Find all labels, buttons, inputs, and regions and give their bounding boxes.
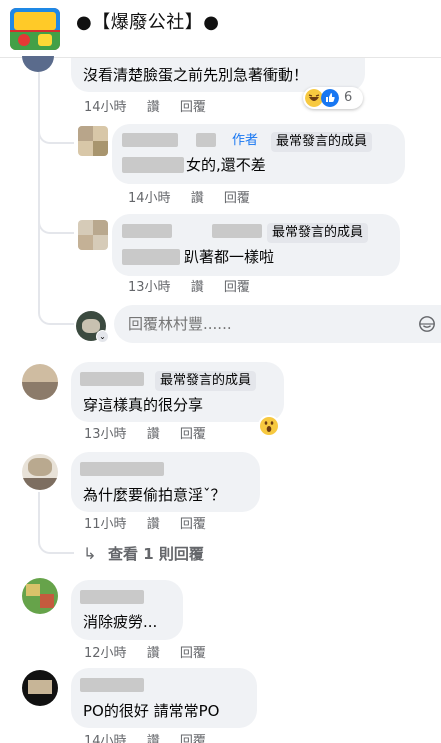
comment-meta: 11小時 讚 回覆 — [84, 516, 222, 534]
comment-text: PO的很好 請常常PO — [83, 702, 220, 720]
like-icon — [321, 89, 339, 107]
comment-meta: 14小時 讚 回覆 — [84, 733, 222, 743]
comment-time[interactable]: 14小時 — [128, 191, 171, 206]
thread-connector — [38, 280, 74, 325]
chevron-down-icon[interactable]: ⌄ — [96, 330, 109, 343]
mention-name[interactable] — [122, 157, 184, 173]
reply-button[interactable]: 回覆 — [180, 100, 206, 115]
reply-input[interactable] — [128, 314, 388, 334]
mention-name[interactable] — [122, 249, 180, 265]
comment-text: 消除疲勞... — [83, 613, 158, 631]
avatar[interactable] — [22, 56, 54, 72]
reply-button[interactable]: 回覆 — [180, 427, 206, 442]
status-badge: 最常發言的成員 — [155, 371, 257, 391]
wow-icon[interactable] — [258, 415, 280, 437]
avatar[interactable] — [22, 670, 58, 706]
comment-meta: 13小時 讚 回覆 — [128, 279, 266, 297]
thread-connector — [38, 492, 74, 554]
like-button[interactable]: 讚 — [191, 191, 204, 206]
like-button[interactable]: 讚 — [147, 100, 160, 115]
reply-button[interactable]: 回覆 — [180, 734, 206, 743]
reply-box — [114, 305, 441, 343]
comment-time[interactable]: 11小時 — [84, 517, 127, 532]
author-name[interactable] — [80, 372, 144, 386]
author-name[interactable] — [80, 590, 144, 604]
comment-time[interactable]: 12小時 — [84, 646, 127, 661]
comment-text: 女的,還不差 — [186, 156, 266, 174]
reply-button[interactable]: 回覆 — [224, 191, 250, 206]
comment-bubble: 作者 最常發言的成員 女的,還不差 — [112, 124, 405, 184]
reply-arrow-icon: ↳ — [83, 544, 97, 563]
comment-meta: 14小時 讚 回覆 — [84, 99, 222, 117]
like-button[interactable]: 讚 — [147, 427, 160, 442]
author-label: 作者 — [232, 133, 259, 148]
comment-meta: 12小時 讚 回覆 — [84, 645, 222, 663]
comment-bubble: PO的很好 請常常PO — [71, 668, 257, 728]
avatar[interactable] — [22, 454, 58, 490]
comment-meta: 13小時 讚 回覆 — [84, 426, 222, 444]
group-name[interactable]: ●【爆廢公社】● — [76, 10, 219, 36]
thread-connector — [38, 200, 74, 234]
reply-button[interactable]: 回覆 — [180, 646, 206, 661]
reaction-summary[interactable]: 6 — [303, 87, 363, 109]
comment-bubble: 消除疲勞... — [71, 580, 183, 640]
reply-button[interactable]: 回覆 — [224, 280, 250, 295]
like-button[interactable]: 讚 — [147, 517, 160, 532]
group-header: ●【爆廢公社】● — [0, 0, 441, 58]
status-badge: 最常發言的成員 — [267, 223, 369, 243]
author-name[interactable] — [212, 224, 262, 238]
comment-time[interactable]: 13小時 — [128, 280, 171, 295]
author-name[interactable] — [122, 133, 178, 147]
like-button[interactable]: 讚 — [191, 280, 204, 295]
comment-time[interactable]: 13小時 — [84, 427, 127, 442]
comment-bubble: 最常發言的成員 穿這樣真的很分享 — [71, 362, 284, 422]
group-logo[interactable] — [10, 8, 60, 50]
comment-text: 為什麼要偷拍意淫ˇ？ — [83, 486, 226, 504]
like-button[interactable]: 讚 — [147, 734, 160, 743]
reaction-count: 6 — [344, 90, 353, 105]
avatar[interactable] — [22, 364, 58, 400]
comment-time[interactable]: 14小時 — [84, 734, 127, 743]
reply-button[interactable]: 回覆 — [180, 517, 206, 532]
comment-text: 沒看清楚臉蛋之前先別急著衝動！ — [83, 66, 309, 84]
author-name[interactable] — [80, 462, 164, 476]
comment-bubble: 最常發言的成員 趴著都一樣啦 — [112, 214, 400, 276]
avatar[interactable] — [78, 126, 108, 156]
author-name[interactable] — [122, 224, 172, 238]
comment-meta: 14小時 讚 回覆 — [128, 190, 266, 208]
status-badge: 最常發言的成員 — [271, 132, 373, 152]
thread-connector — [38, 100, 74, 144]
avatar[interactable] — [78, 220, 108, 250]
sticker-icon[interactable] — [417, 315, 437, 333]
author-name[interactable] — [80, 678, 144, 692]
comment-bubble: 為什麼要偷拍意淫ˇ？ — [71, 452, 260, 512]
comment-text: 趴著都一樣啦 — [184, 248, 275, 266]
author-name[interactable] — [196, 133, 216, 147]
like-button[interactable]: 讚 — [147, 646, 160, 661]
comment-text: 穿這樣真的很分享 — [83, 396, 204, 414]
view-replies-link[interactable]: 查看 1 則回覆 — [108, 544, 204, 564]
comment-time[interactable]: 14小時 — [84, 100, 127, 115]
avatar[interactable] — [22, 578, 58, 614]
